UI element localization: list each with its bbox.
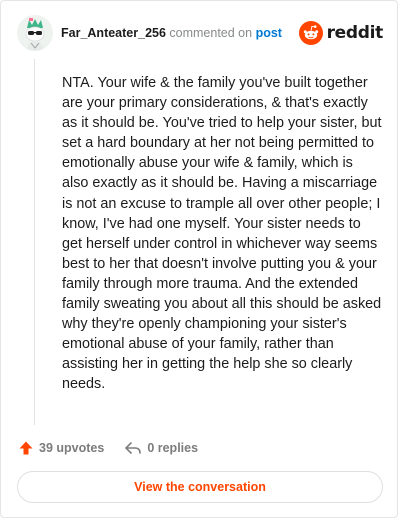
upvote-count: 39 upvotes bbox=[39, 441, 105, 455]
reply-button[interactable]: 0 replies bbox=[124, 440, 198, 456]
comment-header: Far_Anteater_256 commented on post reddi… bbox=[17, 15, 383, 51]
thread-line bbox=[34, 59, 35, 425]
comment-body: NTA. Your wife & the family you've built… bbox=[62, 75, 382, 393]
username-link[interactable]: Far_Anteater_256 bbox=[61, 26, 166, 40]
reddit-wordmark: reddit bbox=[326, 23, 384, 43]
view-conversation-button[interactable]: View the conversation bbox=[17, 471, 383, 503]
upvote-arrow-icon bbox=[19, 441, 33, 455]
reddit-logo[interactable]: reddit bbox=[298, 21, 384, 45]
comment-card: Far_Anteater_256 commented on post reddi… bbox=[0, 0, 398, 518]
comment-attribution: Far_Anteater_256 commented on post bbox=[61, 26, 299, 40]
commented-on-text: commented on bbox=[169, 26, 253, 40]
reply-count: 0 replies bbox=[147, 441, 199, 455]
reddit-snoo-icon bbox=[298, 21, 323, 45]
post-link[interactable]: post bbox=[256, 26, 282, 40]
reply-arrow-icon bbox=[125, 442, 142, 454]
upvote-button[interactable]: 39 upvotes bbox=[18, 440, 104, 456]
comment-actions: 39 upvotes 0 replies bbox=[18, 438, 198, 458]
user-avatar-icon[interactable] bbox=[17, 15, 53, 51]
